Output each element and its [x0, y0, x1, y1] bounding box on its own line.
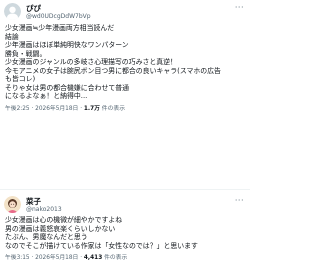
view-label: 件の表示 — [99, 106, 125, 112]
more-horizontal-icon[interactable]: ··· — [235, 3, 244, 12]
post-line: 今モアニメの女子は腕尻ボン目つ男に都合の良いキャラ(スマホの広告 — [5, 66, 221, 75]
avatar[interactable] — [4, 3, 21, 20]
view-count: 4,413 — [83, 255, 103, 261]
post-meta: 午後2:25 · 2026年5月18日 · 1.7万 件の表示 — [5, 103, 125, 112]
timestamp[interactable]: 午後3:15 · 2026年5月18日 — [5, 255, 78, 261]
user-handle[interactable]: @wd0UDcgDdW7bVp — [26, 13, 91, 20]
post-line: 少年漫画はほぼ単純明快なワンパターン — [5, 41, 129, 49]
post-text: 少女漫画は心の機微が細やかですよね 男の漫画は義怒哀楽くらいしかない たぶん、男… — [5, 216, 245, 250]
divider — [0, 189, 250, 190]
post-line: 結論 — [5, 32, 19, 41]
post-line: 少女漫画のジャンルの多岐さ心理描写の巧みさと真逆！ — [5, 58, 177, 66]
user-handle[interactable]: @nako2013 — [26, 206, 62, 213]
view-count: 1.7万 — [83, 106, 100, 112]
post-meta: 午後3:15 · 2026年5月18日 · 4,413 件の表示 — [5, 252, 127, 261]
view-label: 件の表示 — [102, 255, 128, 261]
post-line: 男の漫画は義怒哀楽くらいしかない — [5, 224, 116, 233]
post-line: たぶん、男魔なんだと思う — [5, 233, 88, 241]
post-text: 少女漫画≒少年漫画両方相当読んだ 結論 少年漫画はほぼ単純明快なワンパターン 勝… — [5, 24, 245, 101]
more-horizontal-icon[interactable]: ··· — [235, 196, 244, 205]
post-line: も皆コレ) — [5, 75, 36, 83]
post-2[interactable]: 菜子 @nako2013 ··· 少女漫画は心の機微が細やかですよね 男の漫画は… — [0, 194, 250, 261]
post-line: 少女漫画≒少年漫画両方相当読んだ — [5, 24, 115, 32]
post-line: そりゃ女は男の都合機嫌に合わせて普通 — [5, 83, 130, 92]
post-line: 少女漫画は心の機微が細やかですよね — [5, 216, 123, 224]
post-1[interactable]: ぴぴ @wd0UDcgDdW7bVp ··· 少女漫画≒少年漫画両方相当読んだ … — [0, 0, 250, 116]
post-line: になるよなぁ！と納得中... — [5, 92, 88, 100]
post-line: 勝負・戦闘。 — [5, 49, 47, 58]
avatar[interactable] — [4, 196, 21, 213]
timestamp[interactable]: 午後2:25 · 2026年5月18日 — [5, 106, 78, 112]
